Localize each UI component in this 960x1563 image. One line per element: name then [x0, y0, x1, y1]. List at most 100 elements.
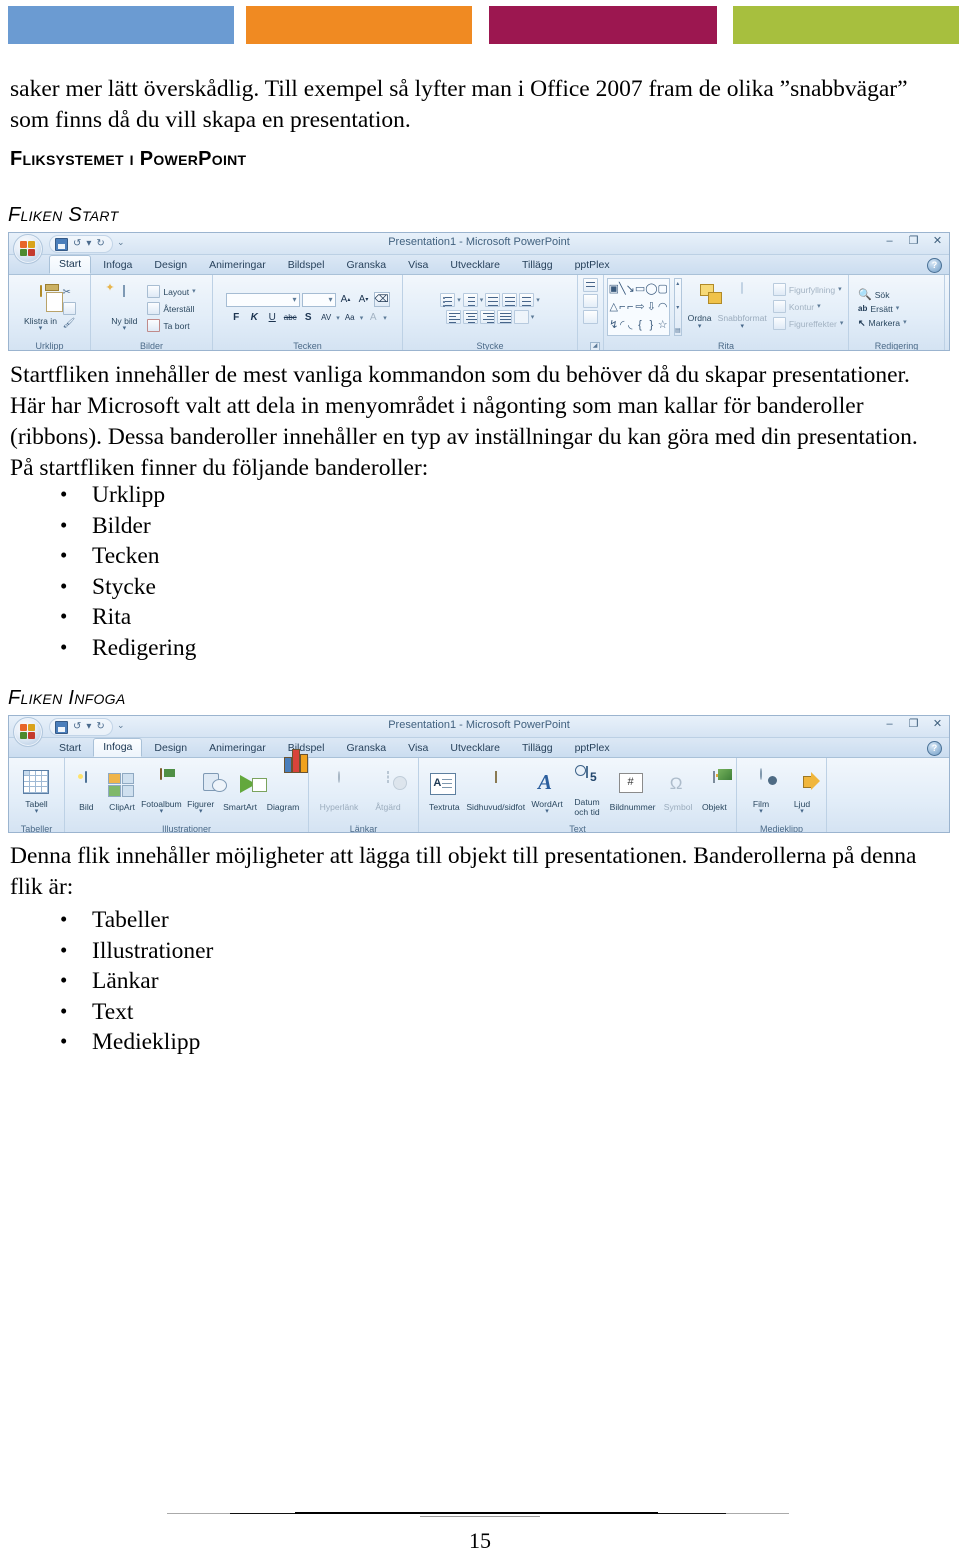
convert-to-smartart-icon[interactable]	[583, 310, 598, 324]
office-orb-icon[interactable]	[13, 234, 43, 264]
columns-icon[interactable]	[513, 310, 529, 324]
tab-granska[interactable]: Granska	[336, 256, 396, 274]
chart-button[interactable]: Diagram	[262, 748, 309, 813]
shapes-gallery[interactable]: ▣ ╲ ↘ ▭ ◯ ▢ △ ⌐ ⌐ ⇨ ⇩ ◠ ↯ ◜ ◟ {} ☆	[606, 278, 670, 336]
text-direction-icon[interactable]	[583, 278, 598, 292]
shapes-button[interactable]: Figurer ▾	[183, 768, 218, 815]
office-orb-icon[interactable]	[13, 717, 43, 747]
paste-button[interactable]: Klistra in ▾	[22, 284, 60, 332]
tab-animeringar[interactable]: Animeringar	[199, 739, 276, 757]
shape-right-brace-icon[interactable]: }	[650, 319, 654, 331]
align-right-icon[interactable]	[479, 310, 495, 324]
minimize-icon[interactable]: –	[884, 719, 895, 730]
shape-effects-button[interactable]: Figureffekter ▾	[771, 316, 846, 331]
format-painter-button[interactable]: 🖌	[61, 318, 78, 330]
tab-infoga[interactable]: Infoga	[93, 256, 142, 274]
wordart-button[interactable]: A WordArt ▾	[526, 768, 569, 816]
shape-cloud-icon[interactable]: ◠	[658, 301, 668, 313]
minimize-icon[interactable]: –	[884, 236, 895, 247]
shape-oval-icon[interactable]: ◯	[645, 283, 657, 295]
arrange-button[interactable]: Ordna ▾	[686, 278, 722, 330]
change-case-button[interactable]: Aa	[342, 310, 358, 325]
close-icon[interactable]: ✕	[932, 719, 943, 730]
font-color-button[interactable]: A	[365, 310, 381, 325]
reset-button[interactable]: Återställ	[145, 301, 197, 316]
ribbon-infoga-tabstrip[interactable]: Start Infoga Design Animeringar Bildspel…	[9, 738, 949, 758]
scroll-more-icon[interactable]: ▤	[675, 327, 681, 334]
symbol-button[interactable]: Ω Symbol	[660, 771, 695, 813]
align-left-icon[interactable]	[445, 310, 461, 324]
line-spacing-caret-icon[interactable]: ▾	[536, 296, 540, 304]
clear-formatting-button[interactable]: ⌫	[373, 292, 390, 307]
font-color-caret-icon[interactable]: ▾	[383, 314, 387, 322]
clipart-button[interactable]: ClipArt	[105, 771, 140, 813]
select-button[interactable]: ↖ Markera ▾	[856, 317, 909, 329]
dialog-launcher-stycke-extra[interactable]: ◢	[590, 342, 600, 350]
decrease-indent-icon[interactable]	[485, 293, 501, 307]
delete-slide-button[interactable]: Ta bort	[145, 318, 197, 333]
strikethrough-button[interactable]: abc	[282, 310, 298, 325]
shape-down-arrow-icon[interactable]: ⇩	[647, 301, 656, 313]
copy-button[interactable]	[61, 301, 78, 316]
font-name-combo[interactable]: ▾	[225, 292, 300, 307]
tab-granska[interactable]: Granska	[336, 739, 396, 757]
tab-bildspel[interactable]: Bildspel	[278, 256, 335, 274]
shape-outline-button[interactable]: Kontur ▾	[771, 299, 846, 314]
justify-icon[interactable]	[496, 310, 512, 324]
columns-caret-icon[interactable]: ▾	[531, 313, 535, 321]
tab-start[interactable]: Start	[49, 255, 92, 274]
shape-textbox-icon[interactable]: ▣	[609, 283, 619, 295]
shape-rectangle-icon[interactable]: ▭	[635, 283, 645, 295]
align-center-icon[interactable]	[462, 310, 478, 324]
line-spacing-icon[interactable]	[519, 293, 535, 307]
quick-style-button[interactable]: Snabbformat ▾	[718, 278, 767, 330]
header-footer-button[interactable]: Sidhuvud/sidfot	[466, 770, 525, 813]
smartart-button[interactable]: SmartArt	[219, 771, 261, 813]
shape-rounded-rect-icon[interactable]: ▢	[658, 283, 668, 295]
shape-elbow-arrow-icon[interactable]: ⌐	[627, 301, 633, 313]
table-button[interactable]: Tabell ▾	[18, 768, 56, 815]
tab-start[interactable]: Start	[49, 739, 91, 757]
scroll-down-icon[interactable]: ▾	[676, 304, 679, 311]
align-text-icon[interactable]	[583, 294, 598, 308]
tab-utvecklare[interactable]: Utvecklare	[440, 256, 510, 274]
shape-left-brace-icon[interactable]: {	[638, 319, 642, 331]
shape-line-icon[interactable]: ╲	[619, 283, 626, 295]
ribbon-start-window-controls[interactable]: – ❐ ✕	[884, 236, 943, 247]
tab-design[interactable]: Design	[144, 739, 197, 757]
tab-tillagg[interactable]: Tillägg	[512, 739, 563, 757]
close-icon[interactable]: ✕	[932, 236, 943, 247]
increase-indent-icon[interactable]	[502, 293, 518, 307]
replace-button[interactable]: ab Ersätt ▾	[856, 303, 909, 315]
bold-button[interactable]: F	[228, 310, 244, 325]
numbered-list-icon[interactable]	[462, 293, 478, 307]
shape-star-icon[interactable]: ☆	[658, 319, 668, 331]
numbered-list-caret-icon[interactable]: ▾	[480, 296, 484, 304]
tab-pptplex[interactable]: pptPlex	[565, 256, 620, 274]
cut-button[interactable]: ✂	[61, 287, 78, 299]
sound-button[interactable]: Ljud ▾	[783, 768, 821, 815]
tab-pptplex[interactable]: pptPlex	[565, 739, 620, 757]
object-button[interactable]: Objekt	[697, 770, 732, 813]
restore-icon[interactable]: ❐	[908, 236, 919, 247]
slide-number-button[interactable]: # Bildnummer	[606, 771, 660, 813]
change-case-caret-icon[interactable]: ▾	[360, 314, 364, 322]
find-button[interactable]: 🔍 Sök	[856, 289, 909, 301]
increase-font-size-button[interactable]: A ▴	[338, 292, 354, 307]
tab-design[interactable]: Design	[144, 256, 197, 274]
tab-infoga[interactable]: Infoga	[93, 738, 143, 757]
tab-tillagg[interactable]: Tillägg	[512, 256, 563, 274]
shape-freeform-icon[interactable]: ↯	[609, 319, 618, 331]
shape-arc-icon[interactable]: ◟	[628, 319, 632, 331]
shadow-button[interactable]: S	[300, 310, 316, 325]
shape-curve-icon[interactable]: ◜	[620, 319, 624, 331]
photo-album-button[interactable]: Fotoalbum ▾	[140, 767, 182, 815]
movie-button[interactable]: Film ▾	[742, 767, 780, 815]
tab-utvecklare[interactable]: Utvecklare	[440, 739, 510, 757]
shape-triangle-icon[interactable]: △	[610, 301, 618, 313]
scroll-up-icon[interactable]: ▴	[676, 280, 679, 287]
bulleted-list-caret-icon[interactable]: ▾	[457, 296, 461, 304]
textbox-button[interactable]: A Textruta	[423, 771, 466, 813]
help-icon[interactable]: ?	[927, 741, 942, 756]
font-size-combo[interactable]: ▾	[301, 292, 336, 307]
